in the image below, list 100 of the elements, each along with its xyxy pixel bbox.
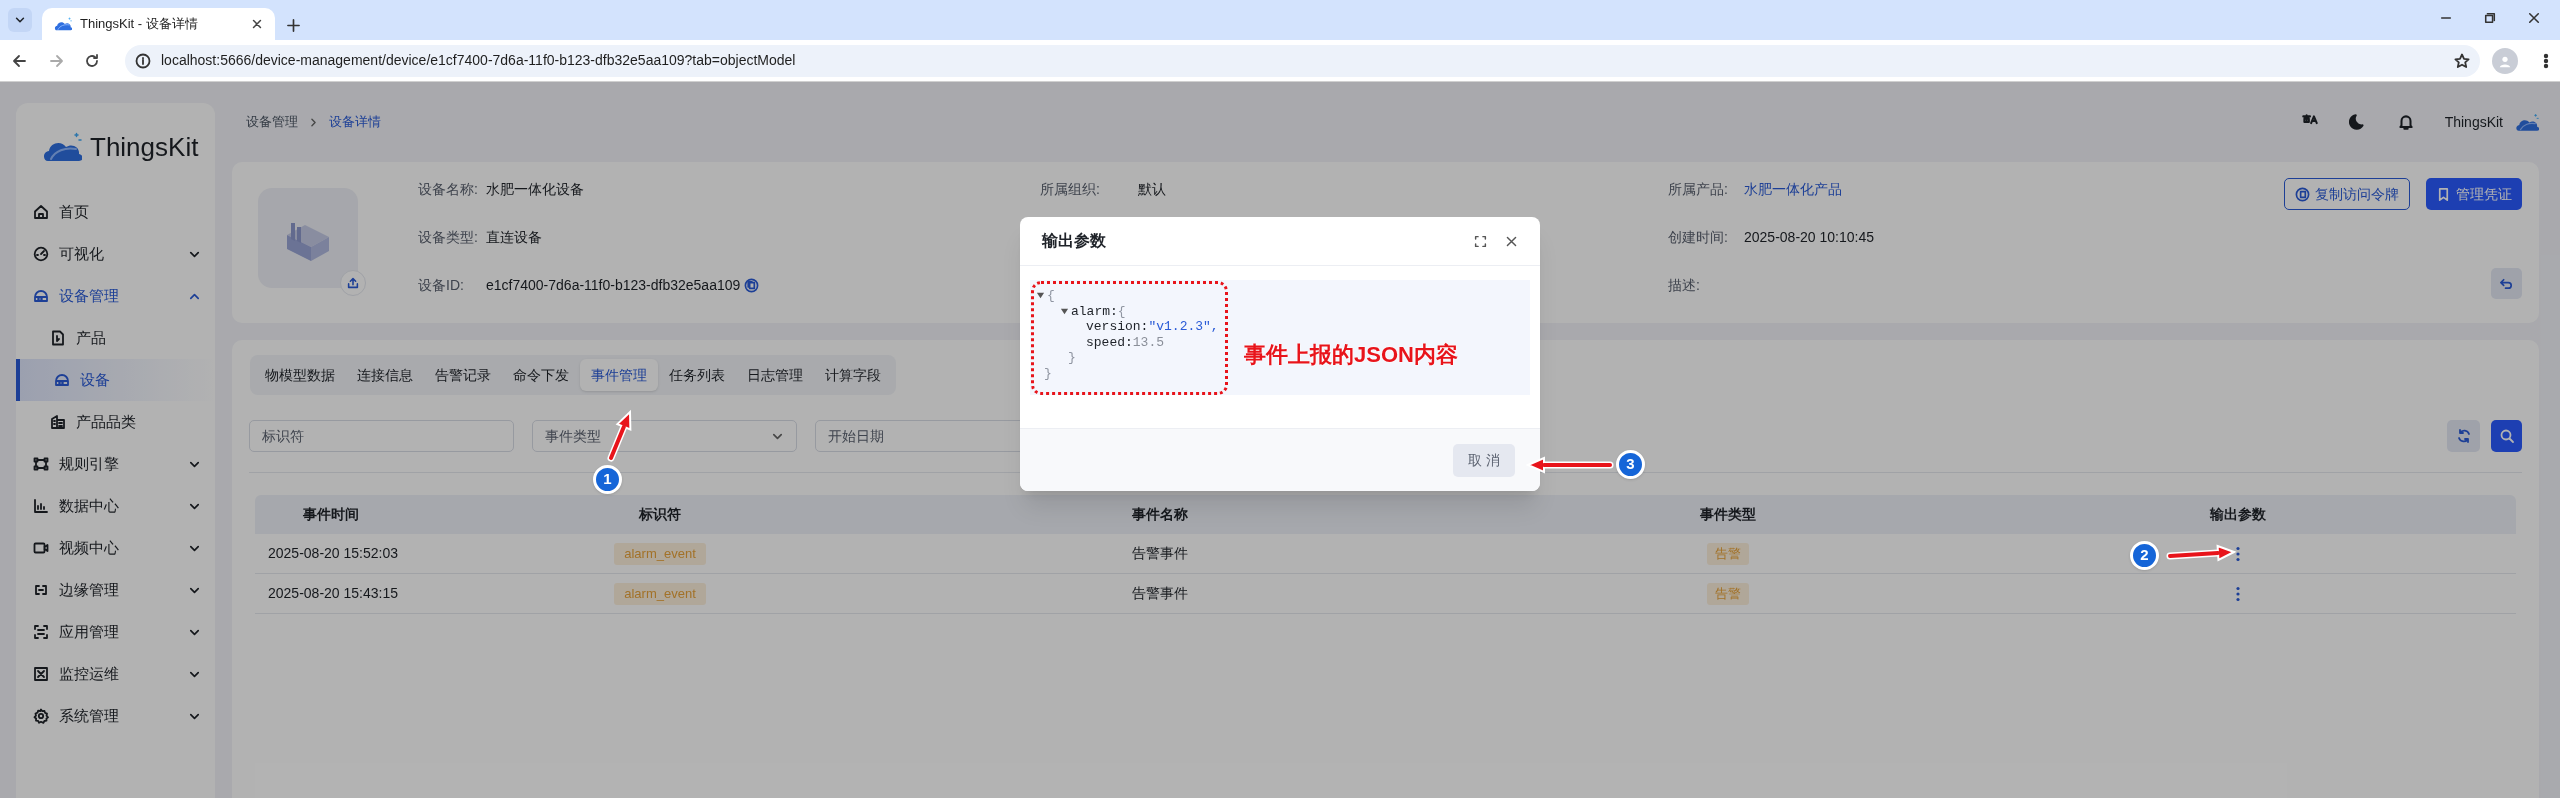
type-tag: 告警 [1706,582,1749,605]
table-cell-text: 告警事件 [1132,544,1188,563]
search-button[interactable] [2491,420,2522,452]
triangle-down-icon[interactable] [1036,291,1045,301]
field-label: 设备名称: [418,179,479,199]
table-cell-text: 2025-08-20 15:43:15 [268,584,398,603]
close-icon[interactable] [2528,12,2540,24]
column-header: 标识符 [639,505,681,524]
back-button[interactable] [2491,268,2522,299]
column-header: 事件名称 [1132,505,1188,524]
tab[interactable]: 物模型数据 [254,359,346,391]
router-icon [33,288,49,304]
json-value: "v1.2.3", [1148,319,1219,335]
column-header: 事件类型 [1699,505,1756,524]
json-brace: } [1068,350,1076,365]
gauge-icon [33,246,49,262]
cancel-button[interactable]: 取 消 [1453,443,1515,477]
sidebar-item[interactable]: 边缘管理 [16,569,215,611]
annotation-arrow [607,409,632,462]
product-link[interactable]: 水肥一体化产品 [1744,178,1842,200]
cloud-logo-icon [2515,112,2539,132]
fullscreen-icon[interactable] [1474,234,1487,248]
refresh-button[interactable] [2447,420,2480,452]
refresh-icon [2455,428,2472,444]
copy-token-button[interactable]: 复制访问令牌 [2284,178,2410,210]
bar-chart-icon [33,498,49,514]
nodes-icon [33,456,49,472]
chevron-right-icon [308,116,319,128]
tab[interactable]: 告警记录 [424,359,502,391]
copy-icon [2295,186,2310,202]
copy-icon[interactable] [744,277,760,293]
field-label: 描述: [1668,275,1701,295]
back-arrow-icon[interactable] [12,52,28,69]
sidebar-item[interactable]: 设备管理 [16,275,215,317]
file-icon [50,330,66,346]
breadcrumb-link[interactable]: 设备详情 [329,112,381,132]
upload-button[interactable] [340,270,366,296]
video-camera-icon [33,540,49,556]
callout-text: 事件上报的JSON内容 [1244,341,1458,369]
router-icon [54,372,70,388]
restore-icon[interactable] [2484,12,2496,24]
tab[interactable]: 任务列表 [658,359,736,391]
sidebar-item[interactable]: 数据中心 [16,485,215,527]
star-icon[interactable] [2454,52,2470,69]
field-label: 设备类型: [418,227,479,247]
tab[interactable]: 日志管理 [736,359,814,391]
upload-icon [346,276,360,290]
select-field[interactable]: 事件类型 [532,420,797,452]
close-icon[interactable] [251,18,263,30]
field-value: 默认 [1138,179,1166,199]
tab[interactable]: 命令下发 [502,359,580,391]
tag-icon [2436,186,2451,202]
search-icon [2498,428,2515,444]
sidebar-item[interactable]: 视频中心 [16,527,215,569]
identifier-tag: alarm_event [614,542,706,565]
field-value: 2025-08-20 10:10:45 [1744,227,1874,247]
json-brace: { [1117,303,1126,319]
close-icon[interactable] [1505,234,1518,248]
breadcrumb-link[interactable]: 设备管理 [246,112,298,132]
gear-icon [33,708,49,724]
sidebar-item[interactable]: 系统管理 [16,695,215,737]
tab[interactable]: 计算字段 [814,359,892,391]
cloud-icon [54,16,72,32]
json-brace: } [1044,365,1052,381]
tab-title: ThingsKit - 设备详情 [80,15,199,34]
tab-search-button[interactable] [8,8,32,32]
sidebar-item[interactable]: 产品品类 [16,401,215,443]
json-value: 13.5 [1132,334,1165,350]
field-label: 创建时间: [1668,227,1729,247]
sidebar-item[interactable]: 首页 [16,191,215,233]
tab[interactable]: 连接信息 [346,359,424,391]
user-name[interactable]: ThingsKit [2444,111,2503,133]
json-key: version: [1086,319,1149,335]
type-tag: 告警 [1706,542,1749,565]
plus-icon[interactable] [287,19,300,32]
triangle-down-icon[interactable] [1060,306,1069,316]
json-key: speed: [1086,334,1133,350]
building-icon [50,414,66,430]
undo-icon [2499,276,2514,291]
url-text: localhost:5666/device-management/device/e1cf7400-7d6a-11f0-b123-dfb32e5aa109?tab=objectModel [161,51,796,70]
browser-tab[interactable]: ThingsKit - 设备详情 [42,8,275,40]
address-bar[interactable]: localhost:5666/device-management/device/e1cf7400-7d6a-11f0-b123-dfb32e5aa109?tab=objectModel [125,44,2480,77]
field-value: e1cf7400-7d6a-11f0-b123-dfb32e5aa109 [486,275,741,295]
sidebar-item[interactable]: 应用管理 [16,611,215,653]
field-label: 设备ID: [418,275,465,295]
sidebar-item[interactable]: 可视化 [16,233,215,275]
sidebar-item[interactable]: 监控运维 [16,653,215,695]
more-vertical-icon[interactable] [2233,545,2242,562]
json-brace: { [1047,288,1055,304]
dialog-title: 输出参数 [1042,231,1106,251]
annotation-arrow [2166,544,2237,562]
reload-icon[interactable] [84,52,100,69]
sidebar-item[interactable]: 产品 [16,317,215,359]
home-icon [33,204,49,220]
sidebar-item[interactable]: 规则引擎 [16,443,215,485]
input-field[interactable]: 标识符 [249,420,514,452]
identifier-tag: alarm_event [614,582,706,605]
moon-icon[interactable] [2348,113,2367,131]
tab[interactable]: 事件管理 [580,359,658,391]
manage-button[interactable]: 管理凭证 [2426,178,2522,210]
